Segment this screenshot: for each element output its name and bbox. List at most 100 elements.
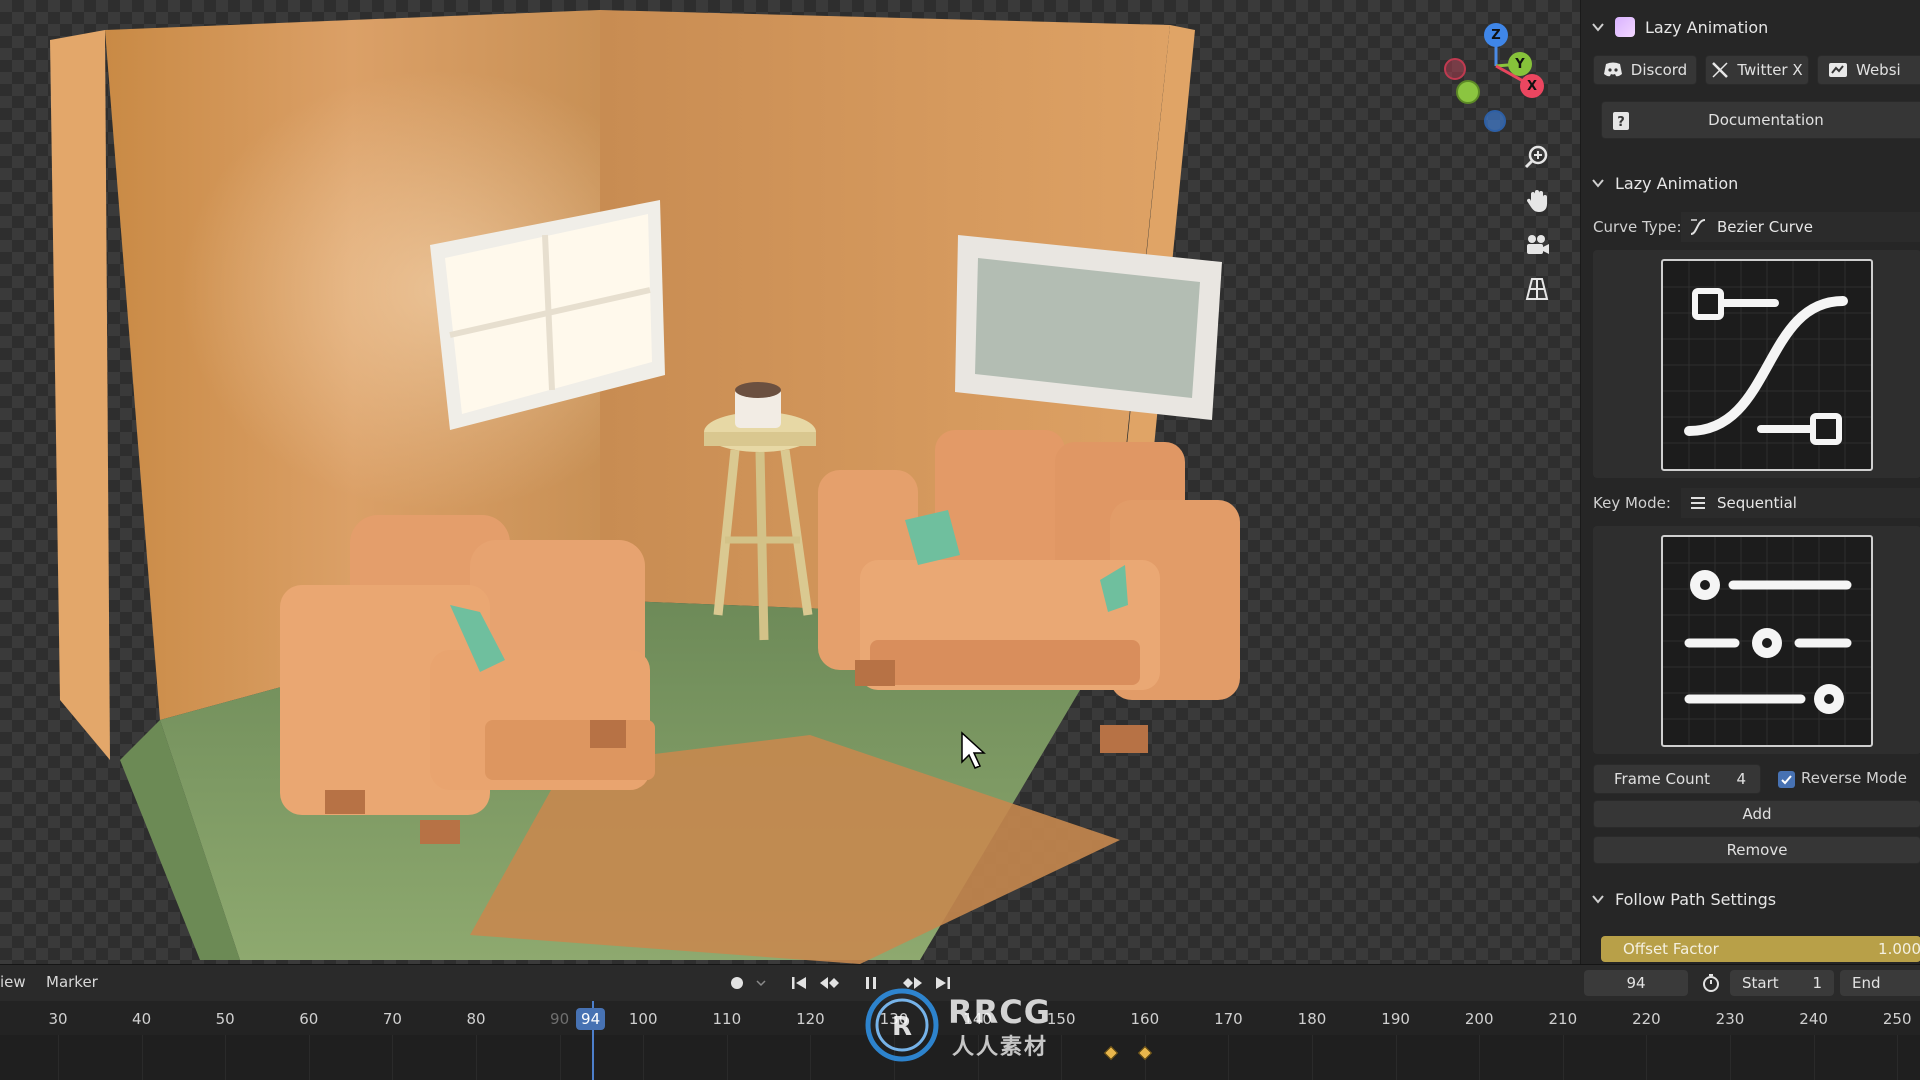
addon-title: Lazy Animation (1645, 17, 1769, 37)
navigation-gizmo[interactable]: Z Y X (1438, 20, 1560, 136)
watermark-subtitle: 人人素材 (952, 1035, 1049, 1060)
frame-tick-label: 110 (712, 1010, 742, 1028)
reverse-mode-label: Reverse Mode (1801, 769, 1907, 787)
sequential-icon (1691, 497, 1705, 509)
preview-range-button[interactable] (1698, 971, 1724, 995)
curve-type-value: Bezier Curve (1717, 218, 1813, 236)
gizmo-x-axis[interactable]: X (1520, 74, 1544, 98)
addon-sidebar: Lazy Animation Discord Twitter X Websi ?… (1580, 0, 1920, 964)
prev-keyframe-button[interactable] (816, 971, 842, 995)
playhead-frame-badge[interactable]: 94 (576, 1008, 606, 1030)
view-menu[interactable]: iew (0, 973, 26, 991)
frame-gridline (1562, 1035, 1564, 1080)
prev-keyframe-icon (820, 977, 839, 989)
curve-preview-panel (1593, 250, 1920, 478)
chevron-down-icon (1592, 895, 1604, 904)
sequential-graph-icon (1663, 537, 1871, 745)
frame-gridline (141, 1035, 143, 1080)
key-mode-preview (1661, 535, 1873, 747)
frame-gridline (1646, 1035, 1648, 1080)
gizmo-neg-y-axis[interactable] (1456, 80, 1480, 104)
frame-gridline (225, 1035, 227, 1080)
current-frame-value: 94 (1626, 974, 1646, 992)
frame-tick-label: 40 (132, 1010, 152, 1028)
jump-start-button[interactable] (786, 971, 812, 995)
start-frame-field[interactable]: Start 1 (1730, 970, 1834, 996)
room-scene (50, 10, 1240, 964)
curve-preview (1661, 259, 1873, 471)
frame-gridline (1395, 1035, 1397, 1080)
follow-path-title: Follow Path Settings (1615, 889, 1777, 909)
remove-button[interactable]: Remove (1593, 836, 1920, 864)
addon-header[interactable]: Lazy Animation (1591, 10, 1768, 44)
twitter-button[interactable]: Twitter X (1705, 55, 1809, 85)
frame-tick-label: 120 (796, 1010, 825, 1028)
curve-type-label: Curve Type: (1593, 218, 1682, 236)
documentation-label: Documentation (1708, 111, 1824, 129)
gizmo-neg-x-axis[interactable] (1444, 58, 1466, 80)
frame-gridline (1897, 1035, 1899, 1080)
start-label: Start (1742, 974, 1779, 992)
key-mode-dropdown[interactable]: Sequential (1681, 488, 1920, 518)
frame-gridline (1312, 1035, 1313, 1080)
auto-keying-dropdown[interactable] (752, 971, 770, 995)
gizmo-y-axis[interactable]: Y (1508, 52, 1532, 76)
frame-gridline (1228, 1035, 1230, 1080)
zoom-icon[interactable] (1520, 140, 1554, 174)
add-button[interactable]: Add (1593, 800, 1920, 828)
documentation-button[interactable]: ? Documentation (1601, 101, 1920, 139)
camera-view-icon[interactable] (1520, 228, 1554, 262)
auto-keying-button[interactable] (724, 971, 750, 995)
chevron-down-icon (1592, 179, 1604, 188)
discord-icon (1603, 62, 1622, 77)
frame-tick-label: 230 (1715, 1010, 1745, 1028)
perspective-grid-icon[interactable] (1520, 272, 1554, 306)
frame-tick-label: 220 (1632, 1010, 1661, 1028)
frame-tick-label: 180 (1297, 1010, 1327, 1028)
gizmo-neg-z-axis[interactable] (1484, 110, 1506, 132)
frame-gridline (1479, 1035, 1481, 1080)
key-mode-preview-panel (1593, 526, 1920, 754)
addon-logo-icon (1615, 17, 1635, 37)
frame-gridline (476, 1035, 477, 1080)
curve-type-dropdown[interactable]: Bezier Curve (1681, 212, 1920, 242)
offset-factor-label: Offset Factor (1623, 940, 1719, 958)
frame-tick-label: 170 (1214, 1010, 1243, 1028)
offset-factor-slider[interactable]: Offset Factor 1.000 (1601, 936, 1920, 962)
bezier-graph-icon (1663, 261, 1871, 469)
manual-icon: ? (1613, 112, 1629, 130)
frame-gridline (726, 1035, 728, 1080)
discord-label: Discord (1630, 61, 1688, 79)
lazy-animation-panel-header[interactable]: Lazy Animation (1591, 166, 1738, 200)
frame-count-field[interactable]: Frame Count 4 (1593, 764, 1761, 794)
frame-tick-label: 250 (1882, 1010, 1912, 1028)
website-label: Websi (1856, 61, 1901, 79)
website-button[interactable]: Websi (1817, 55, 1920, 85)
add-label: Add (1742, 805, 1772, 823)
frame-gridline (392, 1035, 394, 1080)
discord-button[interactable]: Discord (1593, 55, 1697, 85)
frame-count-value: 4 (1736, 770, 1746, 788)
frame-tick-label: 60 (299, 1010, 319, 1028)
chevron-down-icon (756, 980, 766, 987)
keyframe-marker[interactable] (1137, 1045, 1152, 1061)
gizmo-z-axis[interactable]: Z (1484, 23, 1508, 47)
frame-gridline (810, 1035, 812, 1080)
end-frame-field[interactable]: End (1840, 970, 1920, 996)
offset-factor-value: 1.000 (1878, 940, 1920, 958)
3d-viewport[interactable]: Z Y X (0, 0, 1580, 964)
follow-path-panel-header[interactable]: Follow Path Settings (1591, 882, 1776, 916)
frame-tick-label: 80 (466, 1010, 486, 1028)
svg-text:?: ? (1617, 115, 1625, 130)
reverse-mode-checkbox[interactable] (1778, 771, 1795, 788)
keyframe-marker[interactable] (1104, 1045, 1119, 1061)
pan-hand-icon[interactable] (1520, 184, 1554, 218)
marker-menu[interactable]: Marker (46, 973, 98, 991)
frame-tick-label: 70 (382, 1010, 402, 1028)
current-frame-field[interactable]: 94 (1584, 970, 1688, 996)
panel-title: Lazy Animation (1615, 173, 1739, 193)
website-icon (1829, 63, 1847, 77)
frame-tick-label: 50 (215, 1010, 235, 1028)
frame-gridline (643, 1035, 645, 1080)
watermark-brand: RRCG (948, 993, 1052, 1031)
